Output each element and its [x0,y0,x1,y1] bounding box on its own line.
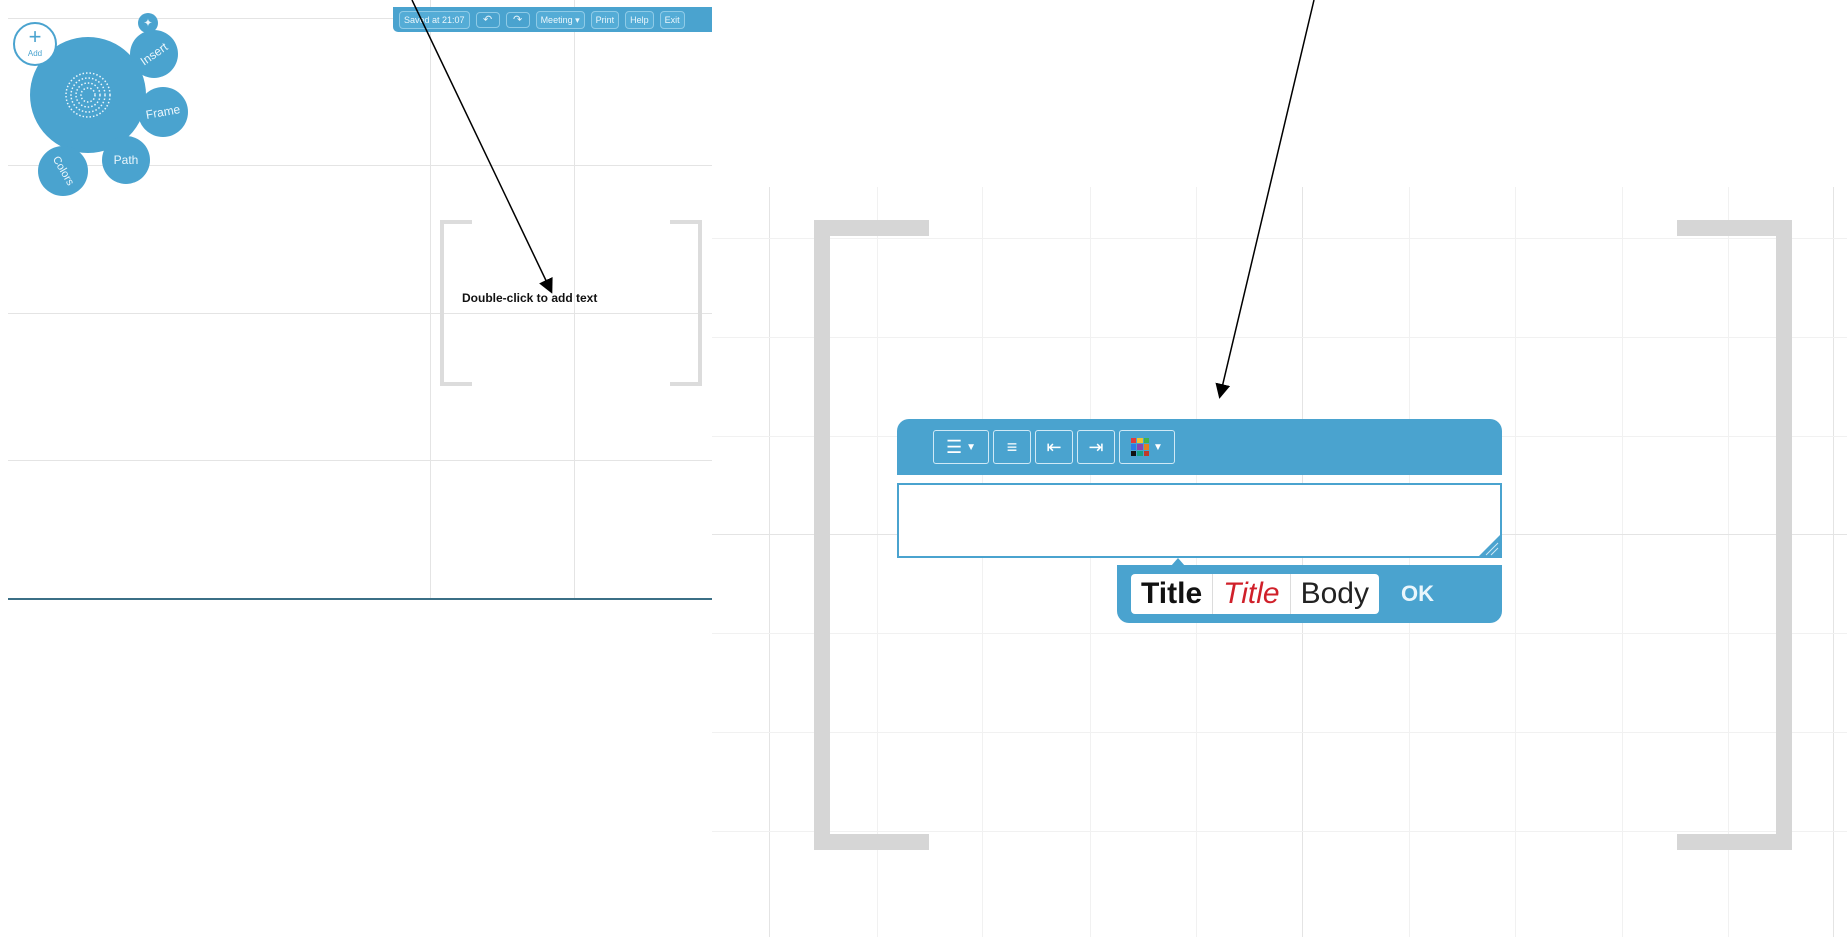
arrow-to-hint [411,0,553,294]
arrow-to-editor [1215,0,1315,399]
annotation-arrows [411,0,1315,399]
